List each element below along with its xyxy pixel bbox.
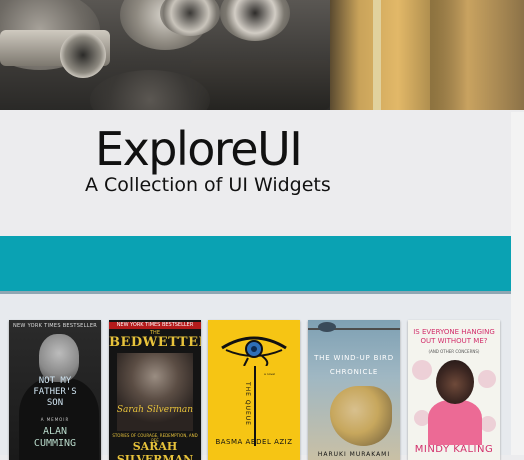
book-title: THE QUEUE xyxy=(244,382,251,426)
book-card-wind-up-bird-chronicle[interactable]: THE WIND-UP BIRD CHRONICLE HARUKI MURAKA… xyxy=(308,320,400,460)
cover-shell-art xyxy=(330,386,392,446)
book-title: NOT MY FATHER'S SON xyxy=(33,376,77,408)
book-author: ALAN CUMMING xyxy=(33,426,77,449)
bird-icon xyxy=(318,322,336,332)
cover-portrait xyxy=(117,353,193,431)
book-blurb: a novel xyxy=(264,372,275,376)
cover-line xyxy=(254,366,256,446)
cover-portrait xyxy=(436,360,474,404)
book-title: IS EVERYONE HANGING OUT WITHOUT ME? xyxy=(413,328,495,345)
book-title: THE WIND-UP BIRD xyxy=(308,354,400,362)
book-author: SARAH SILVERMAN xyxy=(116,440,194,460)
book-kicker: A MEMOIR xyxy=(40,417,70,422)
brand-header: ExploreUI A Collection of UI Widgets xyxy=(0,112,524,232)
book-card-not-my-fathers-son[interactable]: NEW YORK TIMES BESTSELLER NOT MY FATHER'… xyxy=(9,320,101,460)
book-title-prefix: THE xyxy=(314,354,331,362)
site-subtitle: A Collection of UI Widgets xyxy=(85,174,331,196)
cover-portrait xyxy=(39,334,79,382)
book-subtitle: (AND OTHER CONCERNS) xyxy=(428,349,480,354)
book-card-the-bedwetter[interactable]: NEW YORK TIMES BESTSELLER THE BEDWETTER … xyxy=(109,320,201,460)
book-author: BASMA ABDEL AZIZ xyxy=(215,438,293,446)
book-banner: NEW YORK TIMES BESTSELLER xyxy=(109,322,201,329)
book-card-the-queue[interactable]: THE QUEUE a novel BASMA ABDEL AZIZ xyxy=(208,320,300,460)
book-title-line2: CHRONICLE xyxy=(329,368,379,376)
cover-figure xyxy=(428,400,482,445)
book-card-is-everyone-hanging-out-without-me[interactable]: IS EVERYONE HANGING OUT WITHOUT ME? (AND… xyxy=(408,320,500,460)
book-banner: NEW YORK TIMES BESTSELLER xyxy=(12,323,98,329)
accent-band xyxy=(0,236,511,294)
site-title: ExploreUI xyxy=(95,122,303,176)
right-gutter xyxy=(511,112,524,455)
eye-of-horus-icon xyxy=(221,336,287,366)
book-signature: Sarah Silverman xyxy=(116,405,194,415)
book-title-main: WIND-UP BIRD xyxy=(333,354,394,362)
book-author: MINDY KALING xyxy=(414,444,494,455)
book-title: BEDWETTER xyxy=(109,335,201,350)
hero-banner-image xyxy=(0,0,524,110)
